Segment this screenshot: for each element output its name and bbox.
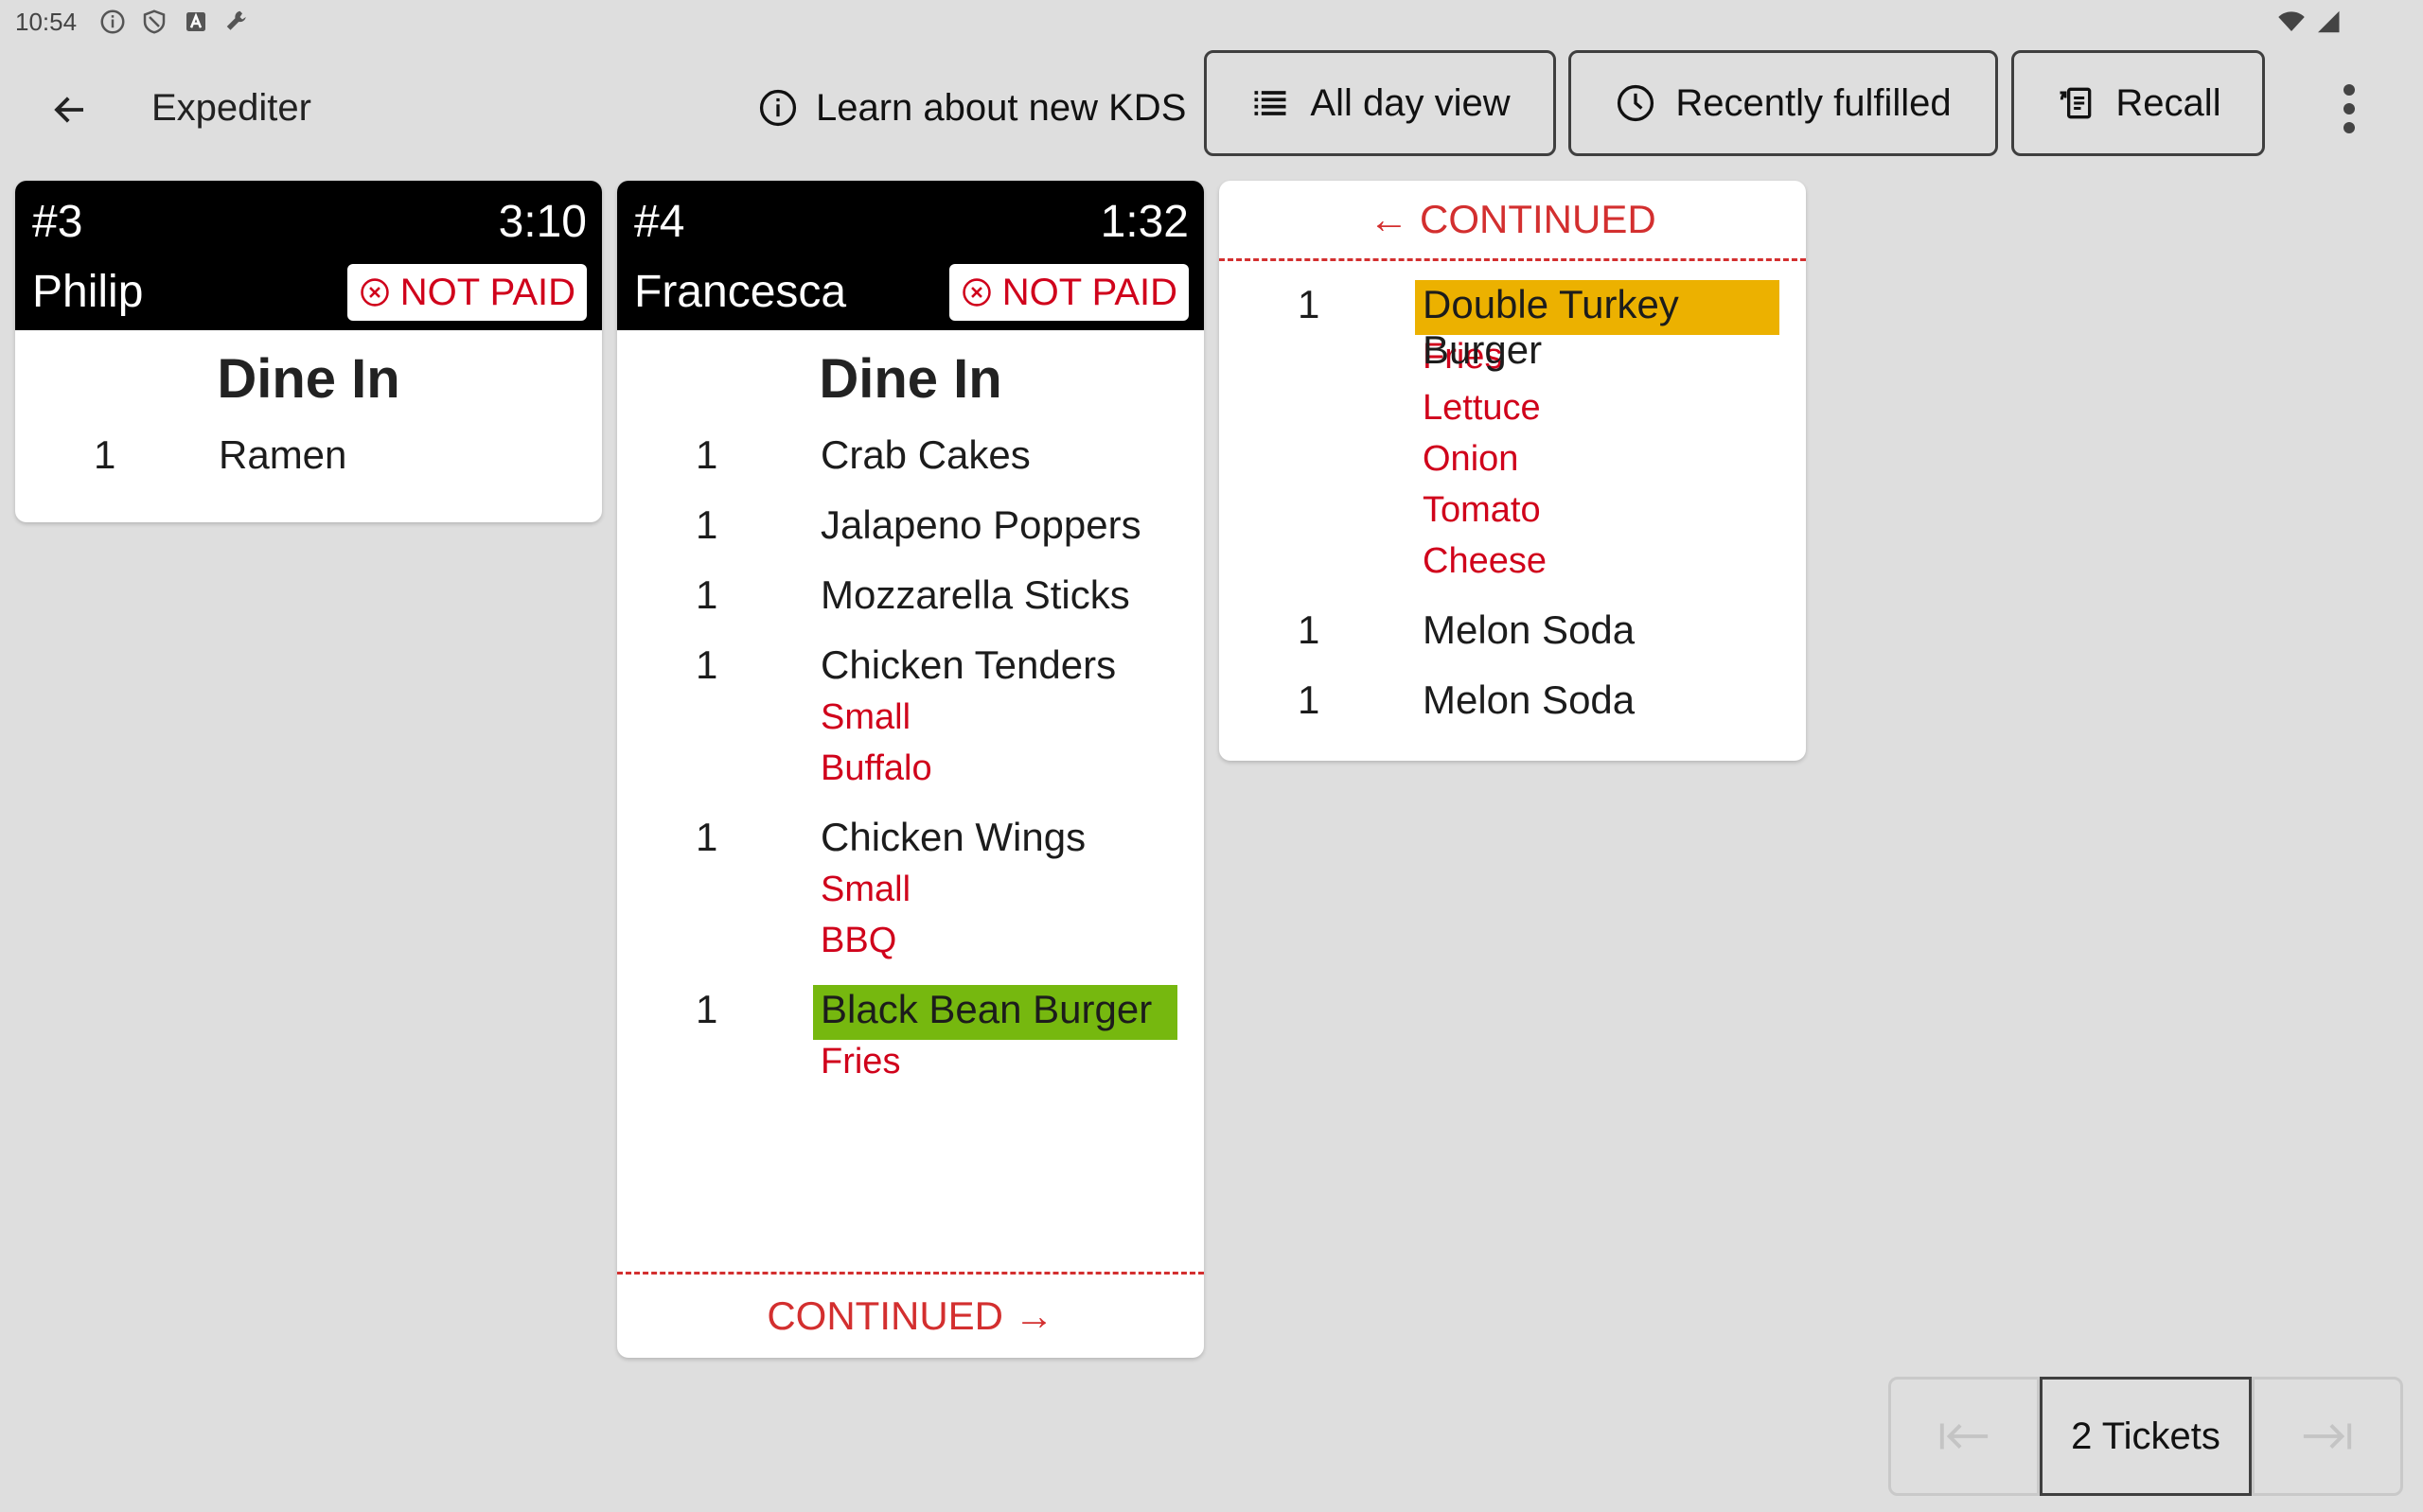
payment-status-label: NOT PAID <box>399 271 575 313</box>
item-modifier: Cheese <box>1423 541 1547 581</box>
order-item[interactable]: 1 Black Bean Burger Fries <box>696 976 1177 1087</box>
recently-fulfilled-label: Recently fulfilled <box>1675 81 1952 124</box>
recently-fulfilled-button[interactable]: Recently fulfilled <box>1568 50 1998 156</box>
wifi-icon <box>2278 11 2305 31</box>
status-icons <box>98 8 252 36</box>
order-item[interactable]: 1 Melon Soda <box>1298 596 1779 657</box>
first-page-button[interactable] <box>1888 1377 2040 1496</box>
more-vert-icon <box>2343 84 2355 133</box>
more-options-button[interactable] <box>2321 76 2378 142</box>
shield-icon <box>143 9 166 34</box>
item-name: Chicken Wings <box>821 815 1087 859</box>
recall-icon <box>2060 87 2092 119</box>
item-name: Double Turkey Burger <box>1423 282 1679 372</box>
item-quantity: 1 <box>696 432 718 477</box>
ticket-card[interactable]: #4 1:32 Francesca NOT PAID Dine In 1 Cra… <box>617 181 1204 1358</box>
order-item[interactable]: 1 Chicken Tenders Small Buffalo <box>696 631 1177 794</box>
learn-kds-label: Learn about new KDS <box>816 86 1187 129</box>
signal-icon <box>2318 10 2340 33</box>
ticket-header: #4 1:32 Francesca NOT PAID <box>617 181 1204 330</box>
ticket-card-continued[interactable]: ← CONTINUED 1 Double Turkey Burger Fries… <box>1219 181 1806 761</box>
all-day-view-button[interactable]: All day view <box>1204 50 1556 156</box>
list-icon <box>1254 91 1286 115</box>
item-quantity: 1 <box>1298 607 1320 652</box>
ticket-pager: 2 Tickets <box>1888 1377 2407 1496</box>
status-bar: 10:54 <box>0 0 2423 47</box>
item-name: Jalapeno Poppers <box>821 502 1141 547</box>
status-right-icons <box>2275 8 2343 36</box>
ticket-number: #4 <box>634 197 685 247</box>
app-bar: Expediter Learn about new KDS All day vi… <box>0 47 2423 170</box>
app-a-icon <box>186 12 205 31</box>
order-item[interactable]: 1 Jalapeno Poppers <box>696 491 1177 552</box>
order-item[interactable]: 1 Ramen <box>94 421 575 482</box>
item-modifier: Buffalo <box>821 748 932 788</box>
item-modifier: Small <box>821 697 911 737</box>
item-quantity: 1 <box>696 987 718 1031</box>
item-name: Chicken Tenders <box>821 642 1117 687</box>
arrow-left-icon <box>54 97 83 123</box>
cancel-circle-icon <box>361 278 389 307</box>
payment-status-badge: NOT PAID <box>346 264 587 321</box>
ticket-number: #3 <box>32 197 83 247</box>
item-modifier: Fries <box>821 1042 901 1081</box>
ticket-timer: 3:10 <box>498 197 587 247</box>
back-button[interactable] <box>42 81 98 138</box>
clock-icon <box>1618 84 1654 122</box>
ticket-items: 1 Ramen <box>15 421 602 482</box>
item-name: Crab Cakes <box>821 432 1031 477</box>
ticket-items: 1 Crab Cakes 1 Jalapeno Poppers 1 Mozzar… <box>617 421 1204 1087</box>
last-page-icon <box>2303 1423 2352 1450</box>
wrench-icon <box>226 10 246 30</box>
learn-kds-link[interactable]: Learn about new KDS <box>757 83 1186 132</box>
last-page-button[interactable] <box>2252 1377 2403 1496</box>
info-circle-icon <box>759 89 797 127</box>
customer-name: Francesca <box>634 267 847 317</box>
cancel-circle-icon <box>963 278 991 307</box>
item-quantity: 1 <box>696 642 718 687</box>
order-item[interactable]: 1 Double Turkey Burger Fries Lettuce Oni… <box>1298 271 1779 587</box>
item-name: Mozzarella Sticks <box>821 572 1130 617</box>
ticket-card[interactable]: #3 3:10 Philip NOT PAID Dine In 1 Ramen <box>15 181 602 522</box>
recall-button[interactable]: Recall <box>2011 50 2265 156</box>
item-modifier: BBQ <box>821 921 897 960</box>
order-item[interactable]: 1 Chicken Wings Small BBQ <box>696 803 1177 966</box>
info-circle-icon <box>100 9 125 34</box>
item-name: Melon Soda <box>1423 607 1636 652</box>
item-quantity: 1 <box>1298 282 1320 326</box>
customer-name: Philip <box>32 267 144 317</box>
item-name: Melon Soda <box>1423 677 1636 722</box>
item-name: Ramen <box>219 432 347 477</box>
ticket-count: 2 Tickets <box>2040 1377 2252 1496</box>
item-modifier: Lettuce <box>1423 388 1541 428</box>
ticket-timer: 1:32 <box>1100 197 1189 247</box>
continued-indicator: ← CONTINUED <box>1219 181 1806 261</box>
ticket-header: #3 3:10 Philip NOT PAID <box>15 181 602 330</box>
item-modifier: Small <box>821 870 911 909</box>
status-time: 10:54 <box>15 8 78 36</box>
first-page-icon <box>1939 1423 1989 1450</box>
order-item[interactable]: 1 Melon Soda <box>1298 666 1779 727</box>
item-quantity: 1 <box>1298 677 1320 722</box>
item-name: Black Bean Burger <box>821 987 1153 1031</box>
page-title: Expediter <box>151 87 311 129</box>
item-quantity: 1 <box>94 432 116 477</box>
item-modifier: Onion <box>1423 439 1519 479</box>
order-item[interactable]: 1 Crab Cakes <box>696 421 1177 482</box>
dining-option: Dine In <box>819 348 1002 410</box>
payment-status-badge: NOT PAID <box>948 264 1189 321</box>
ticket-items: 1 Double Turkey Burger Fries Lettuce Oni… <box>1219 271 1806 727</box>
payment-status-label: NOT PAID <box>1001 271 1177 313</box>
dining-option: Dine In <box>217 348 400 410</box>
item-quantity: 1 <box>696 502 718 547</box>
item-quantity: 1 <box>696 815 718 859</box>
all-day-view-label: All day view <box>1310 81 1511 124</box>
item-modifier: Tomato <box>1423 490 1541 530</box>
item-quantity: 1 <box>696 572 718 617</box>
continued-indicator: CONTINUED → <box>617 1272 1204 1358</box>
order-item[interactable]: 1 Mozzarella Sticks <box>696 561 1177 622</box>
recall-label: Recall <box>2115 81 2221 124</box>
